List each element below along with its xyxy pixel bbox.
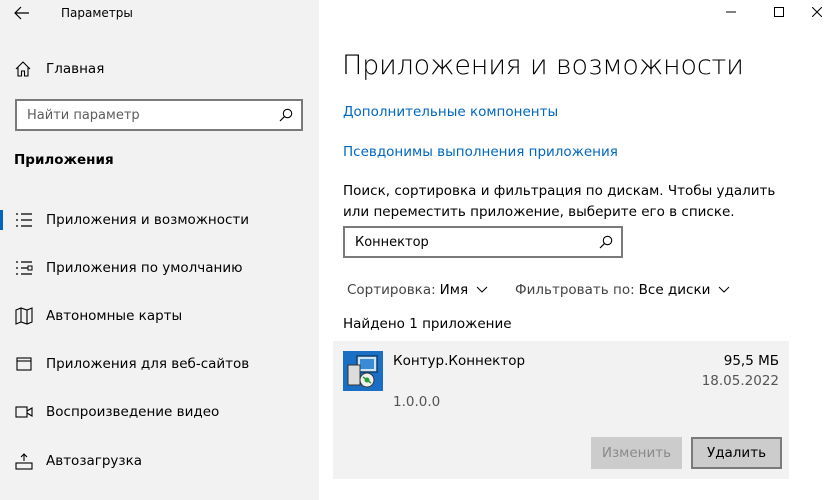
sidebar-item-offline-maps[interactable]: Автономные карты <box>0 296 319 336</box>
sidebar-item-video-playback[interactable]: Воспроизведение видео <box>0 392 319 432</box>
sidebar-item-apps-features[interactable]: Приложения и возможности <box>0 200 319 240</box>
app-version: 1.0.0.0 <box>393 394 441 410</box>
sidebar-item-label: Приложения и возможности <box>46 212 250 228</box>
default-apps-icon <box>15 259 33 277</box>
home-link[interactable]: Главная <box>14 58 104 80</box>
back-button[interactable] <box>10 2 34 24</box>
startup-icon <box>15 452 33 470</box>
search-icon[interactable] <box>271 108 301 122</box>
sidebar-item-label: Автономные карты <box>46 308 183 324</box>
description-text: Поиск, сортировка и фильтрация по дискам… <box>343 183 776 220</box>
chevron-down-icon <box>718 286 730 294</box>
minimize-icon <box>726 11 736 13</box>
minimize-button[interactable] <box>708 0 754 24</box>
sidebar-item-label: Приложения для веб-сайтов <box>46 356 250 372</box>
close-icon <box>812 7 822 17</box>
kontur-connector-app-icon <box>343 351 383 391</box>
back-arrow-icon <box>14 6 29 20</box>
results-count: Найдено 1 приложение <box>343 316 512 332</box>
filter-dropdown[interactable]: Фильтровать по: Все диски <box>515 280 730 300</box>
apps-features-icon <box>15 211 33 229</box>
main-panel: Приложения и возможности Дополнительные … <box>319 0 840 500</box>
execution-aliases-link[interactable]: Псевдонимы выполнения приложения <box>343 144 618 160</box>
close-button[interactable] <box>794 0 840 24</box>
app-list-item[interactable]: Контур.Коннектор 95,5 МБ 18.05.2022 1.0.… <box>333 341 789 479</box>
filter-value: Все диски <box>638 282 711 298</box>
search-icon[interactable] <box>591 235 621 249</box>
sidebar-item-startup[interactable]: Автозагрузка <box>0 441 319 481</box>
app-name: Контур.Коннектор <box>393 353 526 369</box>
sidebar-item-apps-websites[interactable]: Приложения для веб-сайтов <box>0 344 319 384</box>
sidebar-item-label: Автозагрузка <box>46 453 143 469</box>
sort-value: Имя <box>439 282 469 298</box>
chevron-down-icon <box>476 286 488 294</box>
home-label: Главная <box>46 61 105 77</box>
page-title: Приложения и возможности <box>342 50 744 81</box>
home-icon <box>15 61 31 77</box>
app-install-date: 18.05.2022 <box>701 373 779 389</box>
settings-search-input[interactable]: Найти параметр <box>15 99 303 131</box>
app-size: 95,5 МБ <box>723 353 779 369</box>
app-search-input[interactable]: Коннектор <box>343 226 623 258</box>
filter-label: Фильтровать по: <box>515 282 635 298</box>
modify-button[interactable]: Изменить <box>591 437 682 469</box>
sidebar-item-label: Воспроизведение видео <box>46 404 220 420</box>
search-placeholder: Найти параметр <box>27 107 140 123</box>
video-playback-icon <box>15 403 33 421</box>
maximize-icon <box>774 7 784 17</box>
sidebar-item-default-apps[interactable]: Приложения по умолчанию <box>0 248 319 288</box>
apps-websites-icon <box>15 355 33 373</box>
window-title: Параметры <box>61 6 133 20</box>
sidebar-section-title: Приложения <box>14 152 114 168</box>
offline-maps-icon <box>15 307 33 325</box>
uninstall-button[interactable]: Удалить <box>691 437 782 469</box>
optional-features-link[interactable]: Дополнительные компоненты <box>343 104 558 120</box>
sidebar: Параметры Главная Найти параметр Приложе… <box>0 0 319 500</box>
sort-dropdown[interactable]: Сортировка: Имя <box>347 280 488 300</box>
sidebar-item-label: Приложения по умолчанию <box>46 260 243 276</box>
app-search-value: Коннектор <box>355 234 429 250</box>
sort-label: Сортировка: <box>347 282 436 298</box>
